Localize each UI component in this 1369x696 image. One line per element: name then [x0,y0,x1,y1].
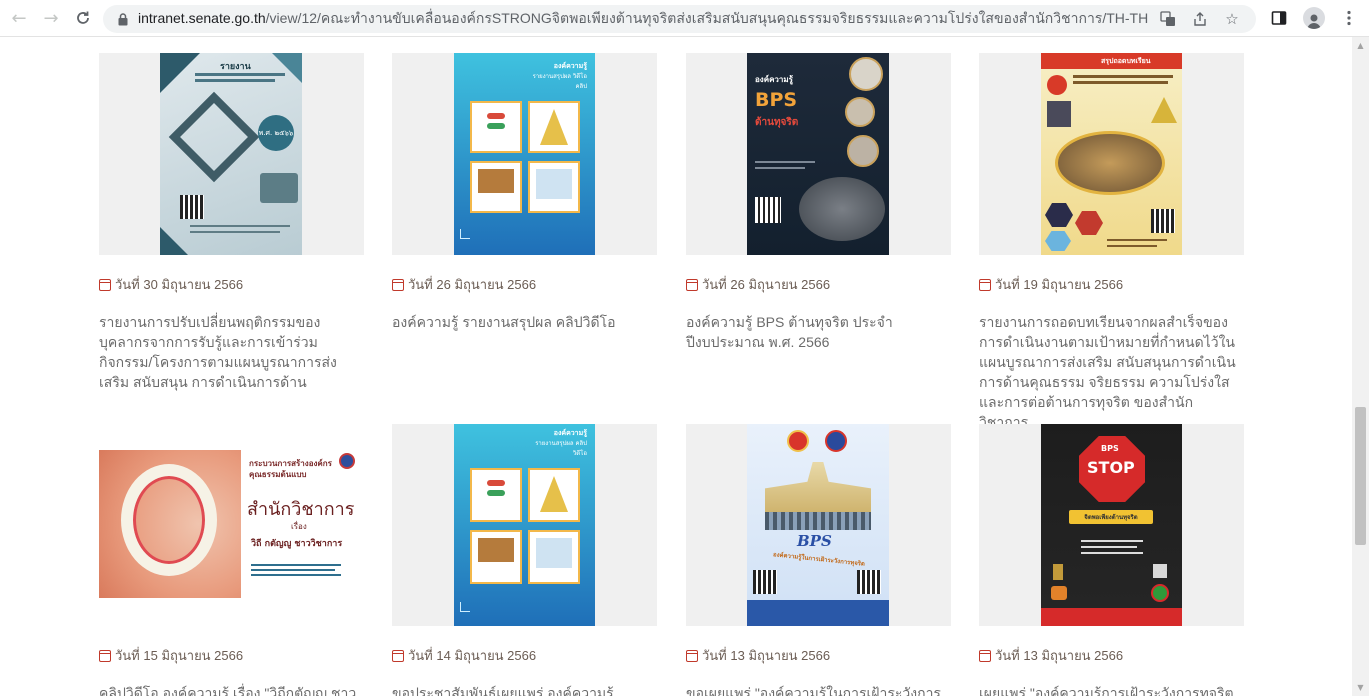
card-title[interactable]: องค์ความรู้ BPS ต้านทุจริต ประจำปีงบประม… [686,312,948,352]
card-title[interactable]: เผยแพร่ "องค์ความรู้การเฝ้าระวังการทุจริ… [979,683,1241,696]
news-card[interactable]: สรุปถอดบทเรียน วันที่ 19 มิถุนายน 2566 ร… [979,53,1244,432]
calendar-icon [979,278,991,291]
card-thumbnail[interactable]: องค์ความรู้ รายงานสรุปผล วิดีโอคลิป [392,53,657,255]
calendar-icon [392,649,404,662]
news-card[interactable]: BPS STOP จิตพอเพียงต้านทุจริต วันที่ 13 … [979,424,1244,696]
card-thumbnail[interactable]: BPS STOP จิตพอเพียงต้านทุจริต [979,424,1244,626]
calendar-icon [99,278,111,291]
card-date: วันที่ 13 มิถุนายน 2566 [686,645,951,666]
card-thumbnail[interactable]: BPS องค์ความรู้ในการเฝ้าระวังการทุจริต [686,424,951,626]
calendar-icon [686,649,698,662]
scroll-down-arrow-icon[interactable]: ▼ [1352,679,1369,696]
card-date: วันที่ 19 มิถุนายน 2566 [979,274,1244,295]
profile-avatar[interactable] [1303,7,1325,29]
card-title[interactable]: คลิปวิดีโอ องค์ความรู้ เรื่อง "วิถีกตัญญ… [99,683,361,696]
url-text[interactable]: intranet.senate.go.th/view/12/คณะทำงานขั… [138,8,1168,30]
news-card[interactable]: BPS องค์ความรู้ในการเฝ้าระวังการทุจริต ว… [686,424,951,696]
scroll-up-arrow-icon[interactable]: ▲ [1352,37,1369,54]
card-title[interactable]: รายงานการปรับเปลี่ยนพฤติกรรมของบุคลากรจา… [99,312,361,392]
news-card[interactable]: องค์ความรู้ BPS ต้านทุจริต วันที่ 26 มิถ… [686,53,951,352]
page-content: รายงาน พ.ศ. ๒๕๖๖ วันที่ 30 มิถุนายน 2566… [0,37,1352,696]
side-panel-icon[interactable] [1267,6,1291,30]
card-date: วันที่ 15 มิถุนายน 2566 [99,645,364,666]
lock-icon [116,12,130,26]
calendar-icon [979,649,991,662]
card-title[interactable]: ขอประชาสัมพันธ์เผยแพร่ องค์ความรู้ รายงา… [392,683,654,696]
back-icon[interactable]: ← [6,5,32,31]
calendar-icon [686,278,698,291]
card-date: วันที่ 26 มิถุนายน 2566 [392,274,657,295]
news-card[interactable]: รายงาน พ.ศ. ๒๕๖๖ วันที่ 30 มิถุนายน 2566… [99,53,364,392]
card-title[interactable]: องค์ความรู้ รายงานสรุปผล คลิปวิดีโอ [392,312,654,332]
browser-toolbar: ← → intranet.senate.go.th/view/12/คณะทำง… [0,0,1369,37]
bookmark-star-icon[interactable]: ☆ [1222,9,1242,29]
address-bar[interactable]: intranet.senate.go.th/view/12/คณะทำงานขั… [103,5,1256,33]
translate-icon[interactable] [1158,9,1178,29]
reload-icon[interactable] [70,5,96,31]
card-date: วันที่ 30 มิถุนายน 2566 [99,274,364,295]
calendar-icon [99,649,111,662]
card-thumbnail[interactable]: องค์ความรู้ BPS ต้านทุจริต [686,53,951,255]
news-card[interactable]: องค์ความรู้ รายงานสรุปผล คลิปวิดีโอ วันท [392,424,657,696]
card-thumbnail[interactable]: องค์ความรู้ รายงานสรุปผล คลิปวิดีโอ [392,424,657,626]
card-title[interactable]: ขอเผยแพร่ "องค์ความรู้ในการเฝ้าระวังการ [686,683,948,696]
card-thumbnail[interactable]: รายงาน พ.ศ. ๒๕๖๖ [99,53,364,255]
card-date: วันที่ 26 มิถุนายน 2566 [686,274,951,295]
calendar-icon [392,278,404,291]
card-date: วันที่ 13 มิถุนายน 2566 [979,645,1244,666]
menu-icon[interactable] [1337,6,1361,30]
share-icon[interactable] [1190,9,1210,29]
page-scrollbar[interactable]: ▲ ▼ [1352,37,1369,696]
card-date: วันที่ 14 มิถุนายน 2566 [392,645,657,666]
forward-icon[interactable]: → [38,5,64,31]
card-thumbnail[interactable]: กระบวนการสร้างองค์กรคุณธรรมต้นแบบ สำนักว… [99,424,364,626]
scroll-thumb[interactable] [1355,407,1366,545]
news-card[interactable]: องค์ความรู้ รายงานสรุปผล วิดีโอคลิป วันท [392,53,657,332]
news-card[interactable]: กระบวนการสร้างองค์กรคุณธรรมต้นแบบ สำนักว… [99,424,364,696]
card-title[interactable]: รายงานการถอดบทเรียนจากผลสำเร็จของการดำเน… [979,312,1241,432]
card-thumbnail[interactable]: สรุปถอดบทเรียน [979,53,1244,255]
